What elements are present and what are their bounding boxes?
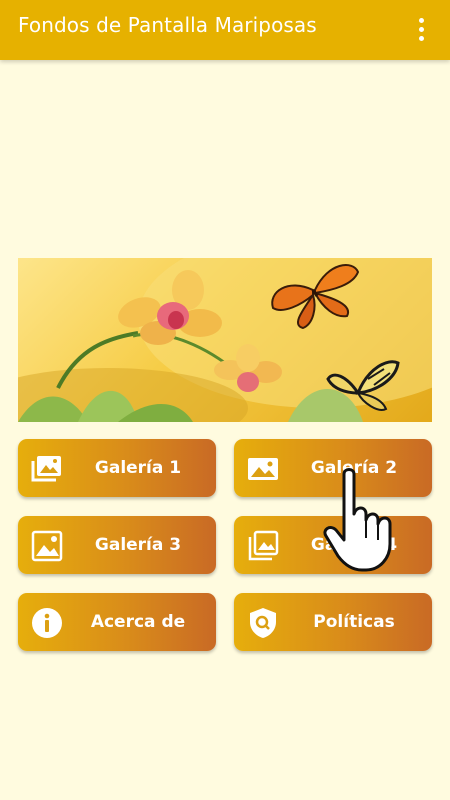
acerca-de-button[interactable]: Acerca de [18,593,216,651]
galeria-3-button[interactable]: Galería 3 [18,516,216,574]
shield-search-icon [250,608,276,638]
app-title: Fondos de Pantalla Mariposas [18,13,317,37]
image-icon [248,458,278,480]
acerca-de-label: Acerca de [90,612,186,632]
galeria-1-button[interactable]: Galería 1 [18,439,216,497]
politicas-label: Políticas [313,612,395,632]
landscape-photo-icon [31,530,63,562]
politicas-button[interactable]: Políticas [234,593,432,651]
app-bar: Fondos de Pantalla Mariposas [0,0,450,60]
more-vert-icon[interactable] [408,14,434,44]
galeria-3-label: Galería 3 [94,535,182,555]
galeria-1-label: Galería 1 [94,458,182,478]
banner-image [18,258,432,422]
butterfly-orchid-banner [18,258,432,422]
photo-stack-icon [248,530,279,561]
photo-library-icon [31,456,61,482]
info-icon [32,608,62,638]
pointing-hand-cursor-icon [323,468,392,572]
